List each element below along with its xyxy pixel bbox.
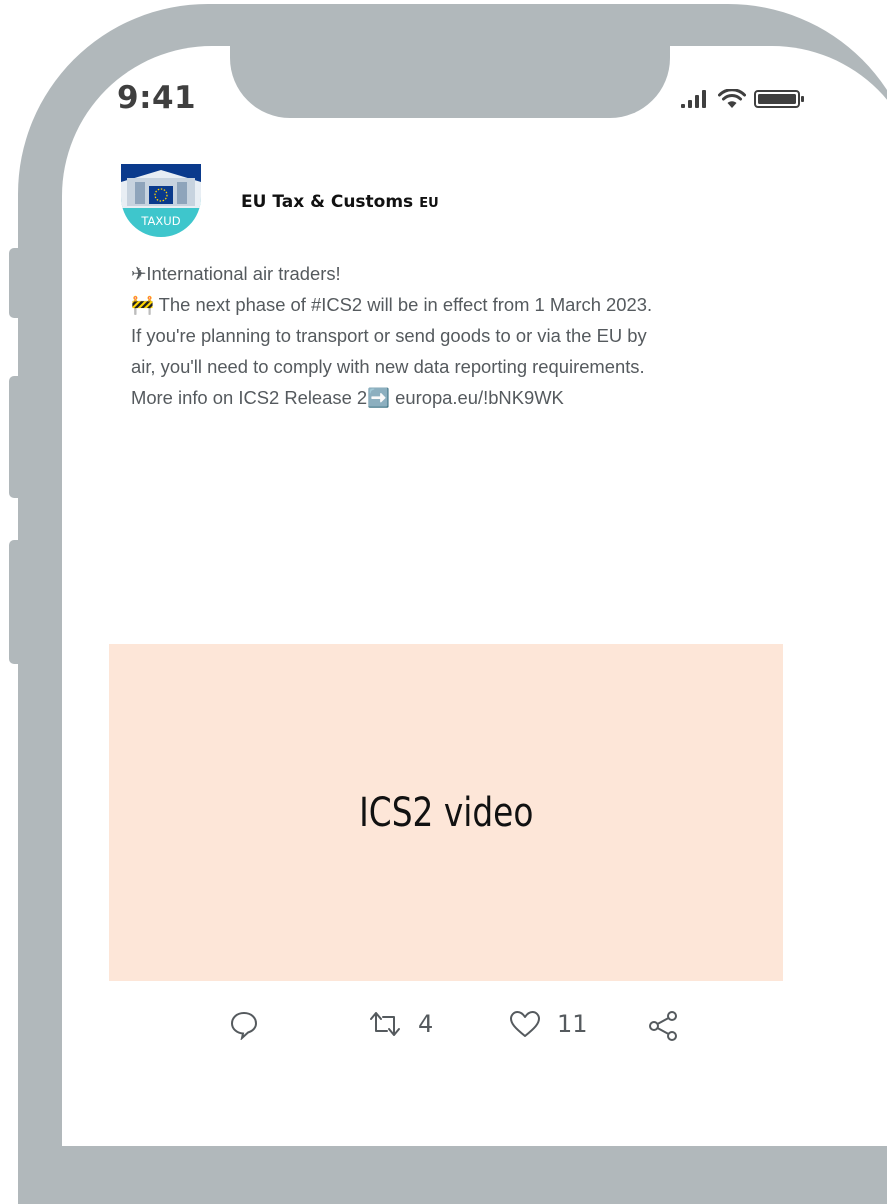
tweet-line-link[interactable]: More info on ICS2 Release 2➡️ europa.eu/… — [131, 382, 771, 413]
tweet-line: ✈International air traders! — [131, 263, 341, 284]
share-icon — [649, 1011, 677, 1041]
share-button[interactable] — [648, 1010, 680, 1042]
tweet-line: If you're planning to transport or send … — [131, 325, 647, 346]
retweet-button[interactable]: 4 — [368, 1010, 433, 1038]
reply-button[interactable] — [230, 1010, 258, 1040]
heart-icon — [510, 1011, 540, 1037]
author-name[interactable]: EU Tax & Customs EU — [241, 192, 439, 212]
tweet-actions: 4 11 — [0, 1010, 887, 1060]
like-button[interactable]: 11 — [509, 1010, 588, 1038]
tweet-line: air, you'll need to comply with new data… — [131, 356, 645, 377]
retweet-icon — [370, 1012, 400, 1036]
author-region-flag: EU — [419, 196, 439, 211]
comment-icon — [230, 1011, 258, 1040]
retweet-count: 4 — [418, 1010, 434, 1038]
phone-notch — [230, 30, 670, 118]
like-count: 11 — [557, 1010, 588, 1038]
status-time: 9:41 — [117, 80, 197, 116]
video-placeholder[interactable]: ICS2 video — [109, 644, 783, 981]
author-display-name: EU Tax & Customs — [241, 192, 414, 212]
cellular-signal-icon — [681, 90, 706, 108]
video-label: ICS2 video — [358, 789, 534, 836]
battery-icon — [754, 90, 804, 108]
tweet-line: 🚧 The next phase of #ICS2 will be in eff… — [131, 294, 653, 315]
svg-text:TAXUD: TAXUD — [140, 214, 180, 228]
wifi-icon — [718, 89, 746, 108]
tweet-text: ✈International air traders! 🚧 The next p… — [131, 258, 771, 413]
status-icons — [680, 89, 806, 109]
